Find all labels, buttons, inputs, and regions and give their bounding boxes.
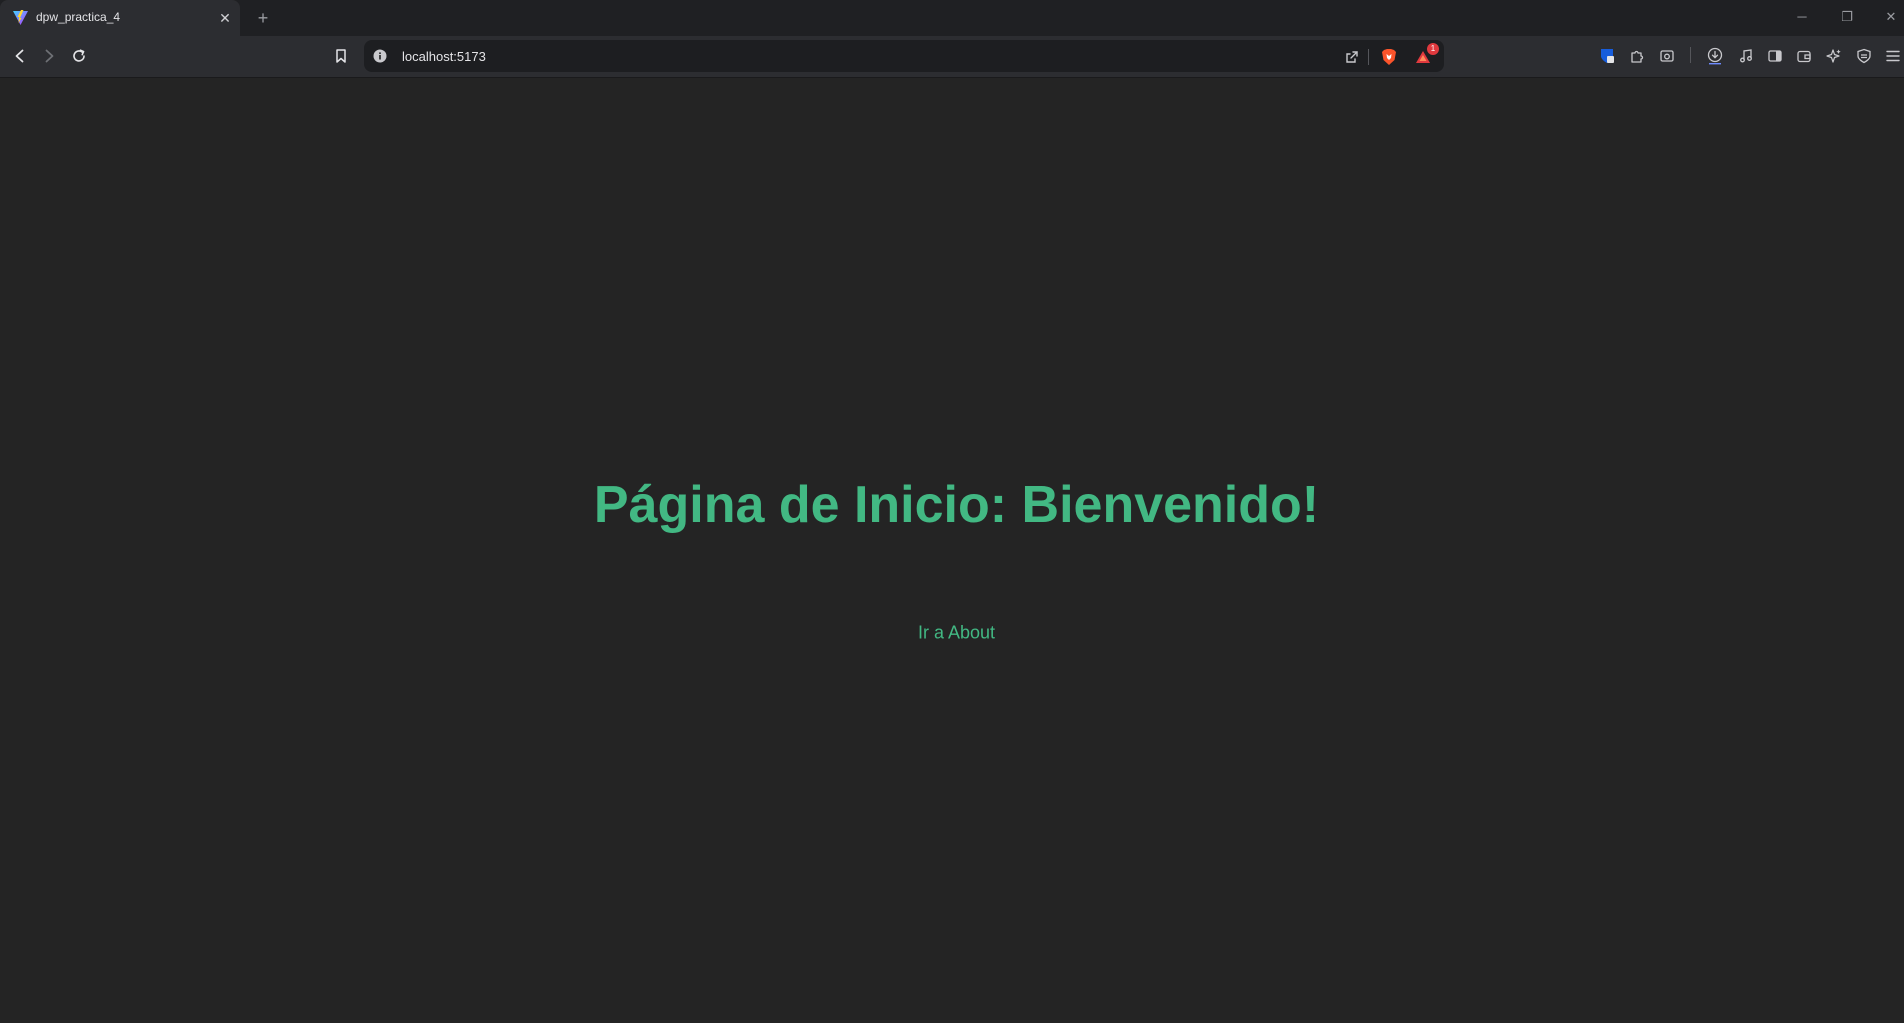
address-bar[interactable]: localhost:5173 1 bbox=[364, 40, 1444, 72]
media-icon[interactable] bbox=[1735, 45, 1757, 67]
tab-strip: dpw_practica_4 ✕ + ─ ❐ ✕ bbox=[0, 0, 1904, 36]
url-text[interactable]: localhost:5173 bbox=[402, 49, 486, 64]
browser-toolbar: localhost:5173 1 bbox=[0, 36, 1904, 78]
page-viewport: Página de Inicio: Bienvenido! Ir a About bbox=[0, 79, 1904, 1023]
minimize-button[interactable]: ─ bbox=[1789, 6, 1815, 28]
site-info-icon[interactable] bbox=[372, 48, 388, 64]
tab-close-icon[interactable]: ✕ bbox=[216, 9, 234, 27]
menu-icon[interactable] bbox=[1882, 45, 1904, 67]
about-link[interactable]: Ir a About bbox=[0, 623, 1904, 644]
bitwarden-icon[interactable] bbox=[1596, 45, 1618, 67]
rewards-badge: 1 bbox=[1427, 43, 1439, 55]
bookmark-icon[interactable] bbox=[329, 44, 353, 68]
page-title: Página de Inicio: Bienvenido! bbox=[593, 476, 1320, 534]
vpn-icon[interactable] bbox=[1853, 45, 1875, 67]
vite-logo-icon bbox=[12, 9, 29, 26]
leo-ai-icon[interactable] bbox=[1823, 45, 1845, 67]
restore-button[interactable]: ❐ bbox=[1834, 6, 1860, 28]
wallet-icon[interactable] bbox=[1793, 45, 1815, 67]
browser-window: dpw_practica_4 ✕ + ─ ❐ ✕ localhost:5173 … bbox=[0, 0, 1904, 1023]
back-icon[interactable] bbox=[8, 44, 32, 68]
screenshot-icon[interactable] bbox=[1656, 45, 1678, 67]
sidebar-icon[interactable] bbox=[1764, 45, 1786, 67]
downloads-icon[interactable] bbox=[1704, 45, 1726, 67]
brave-rewards-icon[interactable]: 1 bbox=[1412, 43, 1439, 68]
toolbar-divider bbox=[1690, 47, 1691, 63]
window-close-button[interactable]: ✕ bbox=[1878, 6, 1904, 28]
tab-active[interactable]: dpw_practica_4 ✕ bbox=[0, 0, 240, 36]
omnibox-divider bbox=[1368, 49, 1369, 65]
new-tab-button[interactable]: + bbox=[252, 7, 274, 29]
tab-title: dpw_practica_4 bbox=[36, 10, 121, 24]
forward-icon[interactable] bbox=[37, 44, 61, 68]
reload-icon[interactable] bbox=[67, 44, 91, 68]
share-icon[interactable] bbox=[1341, 46, 1363, 68]
brave-shields-icon[interactable] bbox=[1378, 46, 1400, 68]
extensions-icon[interactable] bbox=[1626, 45, 1648, 67]
